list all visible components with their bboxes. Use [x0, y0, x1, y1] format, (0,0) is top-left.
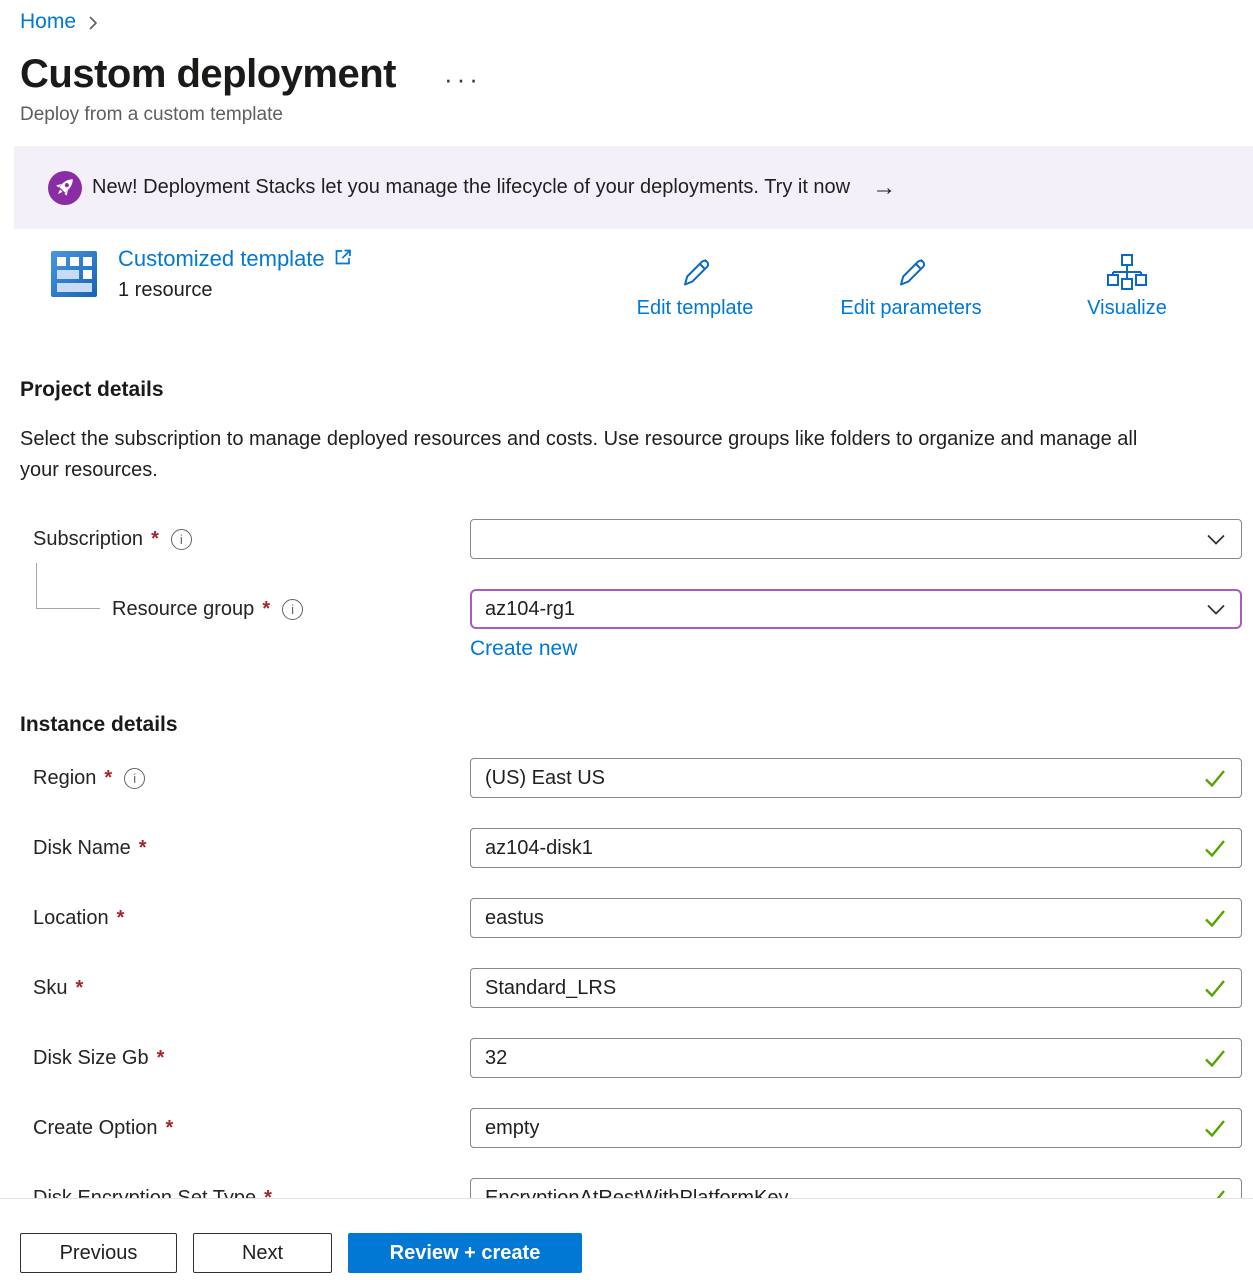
required-marker: *: [262, 598, 270, 621]
instance-details-heading: Instance details: [20, 713, 1242, 737]
disk-size-value: 32: [485, 1047, 507, 1070]
edit-template-button[interactable]: Edit template: [610, 252, 780, 320]
disk-name-value: az104-disk1: [485, 837, 593, 860]
chevron-right-icon: [86, 15, 100, 31]
create-option-row: Create Option * empty: [20, 1108, 1242, 1148]
disk-name-label: Disk Name: [20, 837, 131, 860]
required-marker: *: [139, 837, 147, 860]
disk-size-input[interactable]: 32: [470, 1038, 1242, 1078]
previous-button[interactable]: Previous: [20, 1233, 177, 1273]
org-chart-icon: [1107, 252, 1147, 292]
template-icon: [50, 250, 98, 298]
arrow-right-icon[interactable]: →: [872, 174, 896, 202]
location-label: Location: [20, 907, 109, 930]
sku-row: Sku * Standard_LRS: [20, 968, 1242, 1008]
edit-parameters-button[interactable]: Edit parameters: [826, 252, 996, 320]
sku-input[interactable]: Standard_LRS: [470, 968, 1242, 1008]
disk-size-label: Disk Size Gb: [20, 1047, 149, 1070]
chevron-down-icon: [1204, 597, 1228, 621]
valid-check-icon: [1202, 765, 1228, 791]
resource-group-value: az104-rg1: [485, 598, 575, 621]
template-summary-row: Customized template 1 resource Edit temp…: [20, 246, 1242, 334]
banner-message: New! Deployment Stacks let you manage th…: [92, 176, 850, 199]
subscription-label: Subscription: [20, 528, 143, 551]
valid-check-icon: [1202, 1115, 1228, 1141]
create-option-input[interactable]: empty: [470, 1108, 1242, 1148]
region-label: Region: [20, 767, 96, 790]
region-row: Region * i (US) East US: [20, 758, 1242, 798]
subscription-select[interactable]: [470, 519, 1242, 559]
location-input[interactable]: eastus: [470, 898, 1242, 938]
deployment-stacks-banner[interactable]: New! Deployment Stacks let you manage th…: [14, 146, 1253, 229]
info-icon[interactable]: i: [124, 768, 145, 789]
required-marker: *: [157, 1047, 165, 1070]
required-marker: *: [75, 977, 83, 1000]
info-icon[interactable]: i: [282, 599, 303, 620]
more-options-icon[interactable]: ···: [444, 64, 482, 95]
valid-check-icon: [1202, 835, 1228, 861]
disk-name-input[interactable]: az104-disk1: [470, 828, 1242, 868]
location-row: Location * eastus: [20, 898, 1242, 938]
rocket-icon: [48, 171, 82, 205]
location-value: eastus: [485, 907, 544, 930]
edit-template-label: Edit template: [637, 297, 754, 320]
project-details-description: Select the subscription to manage deploy…: [20, 424, 1180, 486]
create-new-link[interactable]: Create new: [470, 637, 577, 660]
create-option-value: empty: [485, 1117, 539, 1140]
required-marker: *: [117, 907, 125, 930]
page-title: Custom deployment: [20, 50, 396, 98]
sku-value: Standard_LRS: [485, 977, 616, 1000]
sku-label: Sku: [20, 977, 67, 1000]
page: Home Custom deployment ··· Deploy from a…: [0, 0, 1253, 1218]
edit-parameters-label: Edit parameters: [840, 297, 981, 320]
create-option-label: Create Option: [20, 1117, 158, 1140]
region-input[interactable]: (US) East US: [470, 758, 1242, 798]
breadcrumb-home-link[interactable]: Home: [20, 10, 76, 34]
valid-check-icon: [1202, 1045, 1228, 1071]
resource-count: 1 resource: [118, 279, 353, 302]
required-marker: *: [151, 528, 159, 551]
valid-check-icon: [1202, 905, 1228, 931]
chevron-down-icon: [1204, 527, 1228, 551]
project-details-heading: Project details: [20, 378, 1242, 402]
breadcrumb: Home: [20, 8, 1242, 36]
page-subtitle: Deploy from a custom template: [20, 104, 1242, 126]
required-marker: *: [104, 767, 112, 790]
next-button[interactable]: Next: [193, 1233, 332, 1273]
pencil-icon: [891, 252, 931, 292]
valid-check-icon: [1202, 975, 1228, 1001]
disk-name-row: Disk Name * az104-disk1: [20, 828, 1242, 868]
external-link-icon[interactable]: [333, 247, 353, 272]
review-create-button[interactable]: Review + create: [348, 1233, 582, 1273]
visualize-label: Visualize: [1087, 297, 1167, 320]
wizard-footer: Previous Next Review + create: [0, 1198, 1253, 1280]
resource-group-row: Resource group * i az104-rg1: [20, 589, 1242, 629]
customized-template-link[interactable]: Customized template: [118, 246, 325, 272]
subscription-row: Subscription * i: [20, 519, 1242, 559]
pencil-icon: [675, 252, 715, 292]
disk-size-row: Disk Size Gb * 32: [20, 1038, 1242, 1078]
info-icon[interactable]: i: [171, 529, 192, 550]
region-value: (US) East US: [485, 767, 605, 790]
tree-connector-line: [36, 563, 100, 609]
resource-group-select[interactable]: az104-rg1: [470, 589, 1242, 629]
required-marker: *: [166, 1117, 174, 1140]
template-actions: Edit template Edit parameters: [610, 252, 1212, 320]
visualize-button[interactable]: Visualize: [1042, 252, 1212, 320]
